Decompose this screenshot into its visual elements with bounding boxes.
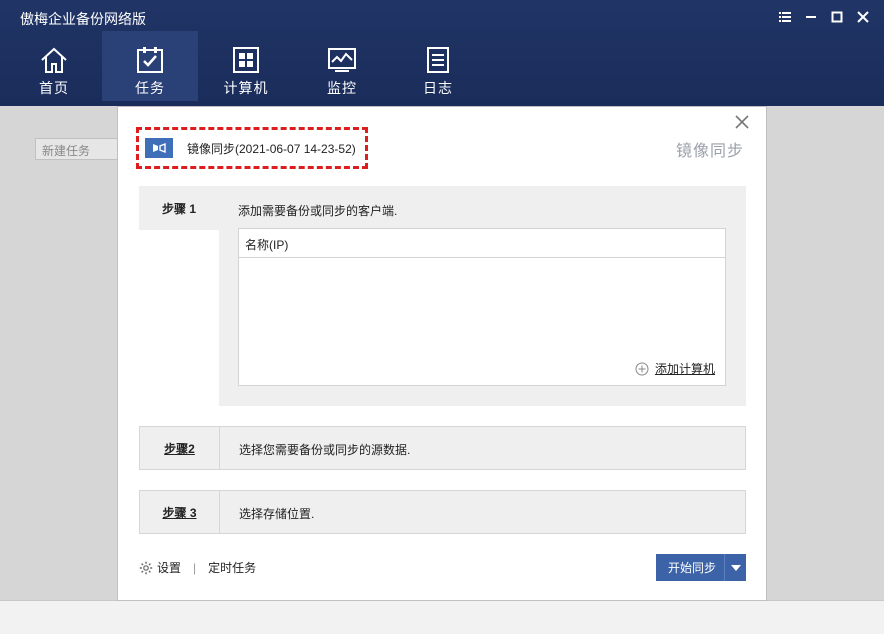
- maximize-icon[interactable]: [824, 6, 850, 28]
- dialog-heading: 镜像同步: [675, 143, 744, 160]
- add-computer-link[interactable]: 添加计算机: [635, 360, 715, 377]
- app-title: 傲梅企业备份网络版: [20, 11, 146, 27]
- task-checklist-icon: [135, 45, 165, 75]
- main-nav: 首页 任务 计算机 监控 日志: [6, 31, 486, 101]
- step2-tab[interactable]: 步骤2: [140, 427, 220, 469]
- nav-home[interactable]: 首页: [6, 31, 102, 101]
- step1-panel: 步骤 1 添加需要备份或同步的客户端. 名称(IP) 添加计算机: [139, 186, 746, 406]
- step1-tab[interactable]: 步骤 1: [139, 186, 219, 230]
- nav-logs[interactable]: 日志: [390, 31, 486, 101]
- mirror-sync-dialog: 镜像同步 镜像同步(2021-06-07 14-23-52) 步骤 1 添加需要…: [117, 106, 767, 601]
- mirror-sync-icon: [145, 138, 173, 158]
- footer-separator: |: [193, 560, 197, 575]
- client-table: 名称(IP) 添加计算机: [238, 228, 726, 386]
- step3-tab[interactable]: 步骤 3: [140, 491, 220, 533]
- log-document-icon: [423, 45, 453, 75]
- step3-description: 选择存储位置.: [239, 507, 315, 521]
- dialog-footer-left: 设置 | 定时任务: [139, 559, 256, 576]
- monitor-chart-icon: [327, 45, 357, 75]
- step3-panel[interactable]: 步骤 3 选择存储位置.: [139, 490, 746, 534]
- nav-tasks[interactable]: 任务: [102, 31, 198, 101]
- add-computer-label: 添加计算机: [654, 362, 715, 376]
- schedule-link[interactable]: 定时任务: [208, 559, 256, 576]
- minimize-icon[interactable]: [798, 6, 824, 28]
- nav-monitor[interactable]: 监控: [294, 31, 390, 101]
- gear-icon: [139, 561, 153, 574]
- app-header: 傲梅企业备份网络版 首页 任务 计算机 监控 日志: [0, 0, 884, 106]
- task-name-text: 镜像同步(2021-06-07 14-23-52): [187, 141, 356, 156]
- close-icon[interactable]: [734, 114, 750, 130]
- start-sync-label: 开始同步: [667, 561, 716, 575]
- client-table-header: 名称(IP): [239, 229, 725, 258]
- computer-windows-icon: [231, 45, 261, 75]
- nav-tasks-label: 任务: [135, 80, 165, 96]
- start-sync-button[interactable]: 开始同步: [656, 554, 746, 581]
- menu-icon[interactable]: [772, 6, 798, 28]
- step1-spacer: [139, 230, 219, 406]
- nav-logs-label: 日志: [423, 80, 453, 96]
- task-name-field[interactable]: 镜像同步(2021-06-07 14-23-52): [136, 127, 368, 169]
- window-controls: [772, 6, 876, 28]
- nav-computers[interactable]: 计算机: [198, 31, 294, 101]
- home-icon: [39, 45, 69, 75]
- step2-panel[interactable]: 步骤2 选择您需要备份或同步的源数据.: [139, 426, 746, 470]
- nav-home-label: 首页: [39, 80, 69, 96]
- step1-description: 添加需要备份或同步的客户端.: [238, 204, 398, 218]
- nav-computers-label: 计算机: [223, 80, 269, 96]
- close-window-icon[interactable]: [850, 6, 876, 28]
- new-task-button[interactable]: 新建任务: [35, 138, 123, 160]
- add-circle-icon: [635, 362, 649, 375]
- step2-description: 选择您需要备份或同步的源数据.: [239, 443, 411, 457]
- status-bar: [0, 600, 884, 634]
- nav-monitor-label: 监控: [327, 80, 357, 96]
- settings-link[interactable]: 设置: [157, 559, 181, 576]
- chevron-down-icon[interactable]: [724, 554, 746, 581]
